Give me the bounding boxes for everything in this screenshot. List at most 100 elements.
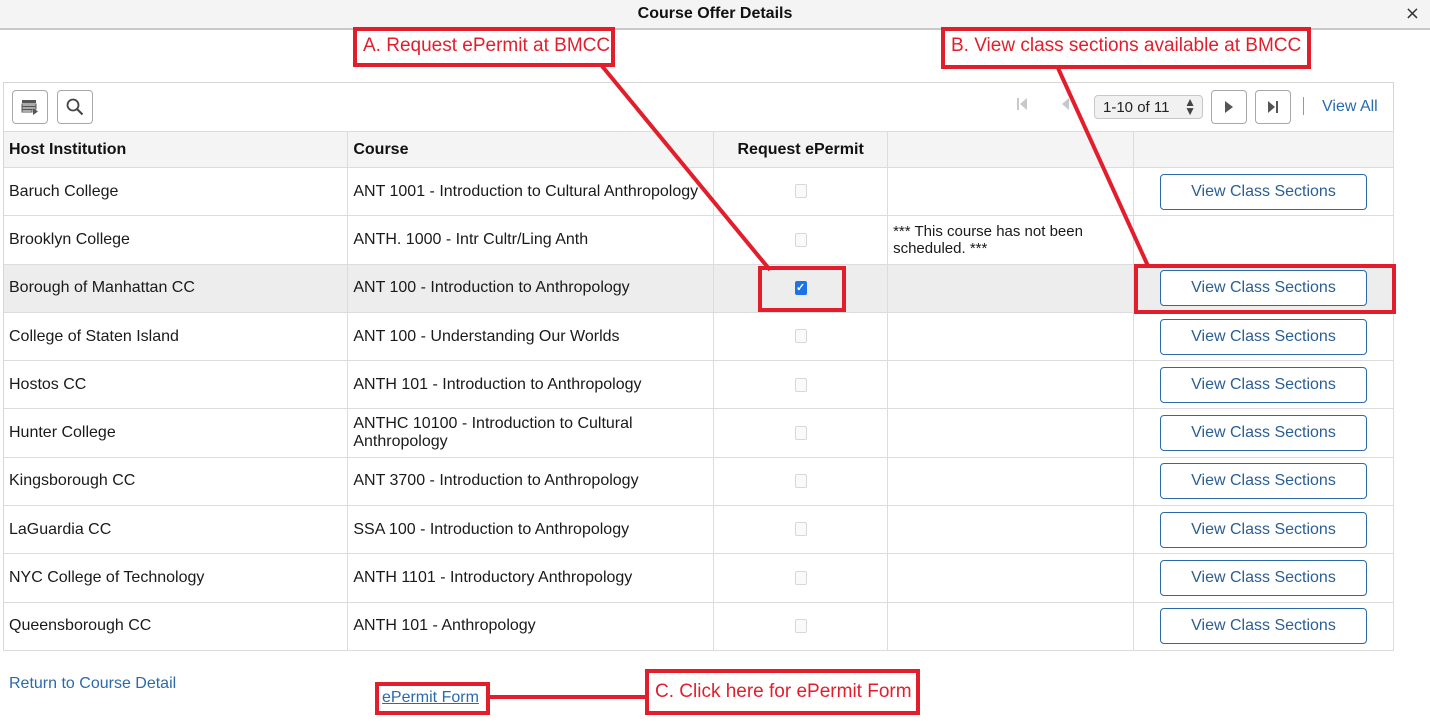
host-institution-cell: College of Staten Island (4, 312, 349, 362)
request-epermit-cell (713, 167, 889, 217)
actions-cell: View Class Sections (1133, 408, 1395, 458)
host-institution-cell: Brooklyn College (4, 215, 349, 265)
course-cell: ANTH. 1000 - Intr Cultr/Ling Anth (347, 215, 715, 265)
close-icon[interactable]: × (1405, 3, 1420, 24)
note-cell (887, 360, 1134, 410)
host-institution-cell: Queensborough CC (4, 602, 349, 651)
find-button[interactable] (57, 90, 93, 124)
view-class-sections-button[interactable]: View Class Sections (1159, 366, 1367, 403)
actions-cell: View Class Sections (1133, 312, 1395, 362)
actions-cell: View Class Sections (1133, 457, 1395, 507)
note-cell (887, 505, 1134, 555)
view-class-sections-button[interactable]: View Class Sections (1159, 608, 1367, 645)
next-page-icon (1225, 101, 1233, 113)
course-cell: SSA 100 - Introduction to Anthropology (347, 505, 715, 555)
request-epermit-checkbox[interactable] (794, 184, 807, 199)
column-header-host-institution: Host Institution (4, 131, 349, 168)
host-institution-cell: Borough of Manhattan CC (4, 264, 349, 313)
note-cell (887, 312, 1134, 362)
table-header-row: Host Institution Course Request ePermit (4, 131, 1395, 168)
personalize-grid-button[interactable] (12, 90, 48, 124)
host-institution-cell: Hunter College (4, 408, 349, 458)
grid-toolbar: 1-10 of 11 ▲ ▼ View All (4, 83, 1393, 131)
course-offer-grid: 1-10 of 11 ▲ ▼ View All Host Institution … (3, 82, 1395, 651)
request-epermit-checkbox[interactable] (794, 232, 807, 247)
request-epermit-cell (713, 360, 889, 410)
annotation-c: C. Click here for ePermit Form (645, 669, 920, 715)
column-header-actions (1133, 131, 1395, 168)
request-epermit-cell (713, 553, 889, 603)
request-epermit-checkbox[interactable] (794, 329, 807, 344)
note-cell (887, 457, 1134, 507)
last-page-icon (1268, 101, 1278, 113)
table-row: NYC College of Technology ANTH 1101 - Int… (4, 553, 1395, 603)
table-row: College of Staten Island ANT 100 - Unders… (4, 312, 1395, 362)
request-epermit-checkbox[interactable] (794, 619, 807, 634)
course-cell: ANT 100 - Introduction to Anthropology (347, 264, 715, 313)
note-cell: *** This course has not been scheduled. … (887, 215, 1134, 265)
actions-cell: View Class Sections (1133, 553, 1395, 603)
request-epermit-cell (713, 312, 889, 362)
request-epermit-cell (713, 505, 889, 555)
request-epermit-checkbox[interactable] (794, 570, 807, 585)
updown-arrows-icon: ▲ ▼ (1184, 95, 1196, 118)
page-range-select[interactable]: 1-10 of 11 ▲ ▼ (1094, 95, 1203, 119)
request-epermit-cell (713, 215, 889, 265)
previous-page-icon[interactable] (1060, 97, 1070, 114)
host-institution-cell: Baruch College (4, 167, 349, 217)
table-row: Kingsborough CC ANT 3700 - Introduction t… (4, 457, 1395, 507)
view-class-sections-button[interactable]: View Class Sections (1159, 173, 1367, 210)
grid-personalize-icon (21, 100, 38, 115)
dialog-titlebar: Course Offer Details × (0, 0, 1430, 30)
view-class-sections-button[interactable]: View Class Sections (1159, 318, 1367, 355)
toolbar-divider (1303, 97, 1304, 115)
table-row: Hostos CC ANTH 101 - Introduction to Anth… (4, 360, 1395, 410)
host-institution-cell: Hostos CC (4, 360, 349, 410)
table-row: Queensborough CC ANTH 101 - Anthropology V… (4, 602, 1395, 651)
course-cell: ANTH 101 - Anthropology (347, 602, 715, 651)
highlight-epermit-checkbox (758, 266, 846, 312)
host-institution-cell: Kingsborough CC (4, 457, 349, 507)
note-cell (887, 602, 1134, 651)
view-class-sections-button[interactable]: View Class Sections (1159, 511, 1367, 548)
first-page-icon[interactable] (1016, 97, 1028, 114)
course-cell: ANT 1001 - Introduction to Cultural Anth… (347, 167, 715, 217)
note-cell (887, 264, 1134, 313)
search-icon (66, 98, 84, 116)
request-epermit-cell (713, 602, 889, 651)
request-epermit-checkbox[interactable] (794, 425, 807, 440)
table-row: LaGuardia CC SSA 100 - Introduction to An… (4, 505, 1395, 555)
last-page-button[interactable] (1255, 90, 1291, 124)
course-offer-table: Host Institution Course Request ePermit … (4, 131, 1395, 651)
annotation-b: B. View class sections available at BMCC (941, 27, 1311, 69)
table-row: Brooklyn College ANTH. 1000 - Intr Cultr/… (4, 215, 1395, 265)
note-cell (887, 408, 1134, 458)
return-to-course-detail-link[interactable]: Return to Course Detail (9, 675, 176, 693)
actions-cell: View Class Sections (1133, 505, 1395, 555)
course-cell: ANTHC 10100 - Introduction to Cultural A… (347, 408, 715, 458)
view-class-sections-button[interactable]: View Class Sections (1159, 560, 1367, 597)
actions-cell: View Class Sections (1133, 167, 1395, 217)
view-all-link[interactable]: View All (1322, 98, 1378, 116)
page-range-value: 1-10 of 11 (1103, 99, 1170, 116)
request-epermit-checkbox[interactable] (794, 377, 807, 392)
highlight-view-class-sections (1134, 264, 1396, 314)
next-page-button[interactable] (1211, 90, 1247, 124)
course-cell: ANT 100 - Understanding Our Worlds (347, 312, 715, 362)
course-cell: ANTH 1101 - Introductory Anthropology (347, 553, 715, 603)
course-cell: ANTH 101 - Introduction to Anthropology (347, 360, 715, 410)
note-cell (887, 167, 1134, 217)
dialog-title: Course Offer Details (637, 5, 793, 22)
note-cell (887, 553, 1134, 603)
request-epermit-checkbox[interactable] (794, 474, 807, 489)
view-class-sections-button[interactable]: View Class Sections (1159, 463, 1367, 500)
request-epermit-cell (713, 457, 889, 507)
request-epermit-cell (713, 408, 889, 458)
actions-cell: View Class Sections (1133, 360, 1395, 410)
request-epermit-checkbox[interactable] (794, 522, 807, 537)
actions-cell: View Class Sections (1133, 602, 1395, 651)
column-header-course: Course (347, 131, 715, 168)
column-header-request-epermit: Request ePermit (713, 131, 889, 168)
column-header-note (887, 131, 1134, 168)
view-class-sections-button[interactable]: View Class Sections (1159, 415, 1367, 452)
